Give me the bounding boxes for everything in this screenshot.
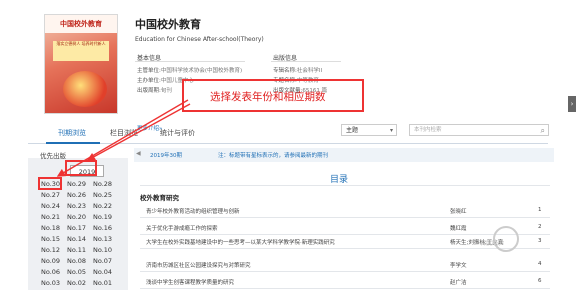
prev-arrow-icon[interactable]: ◀ — [136, 150, 141, 157]
row-divider — [140, 271, 550, 272]
article-title-link[interactable]: 青少年校外教育活动的组织管理与创新 — [146, 207, 240, 215]
article-page: 1 — [538, 207, 542, 213]
article-author: 魏红霞 — [450, 226, 467, 232]
row-divider — [140, 234, 550, 235]
article-title-link[interactable]: 关于优化手游成瘾工作的探索 — [146, 224, 218, 232]
row-divider — [140, 288, 550, 289]
toc-title: 目录 — [330, 175, 349, 185]
article-page: 3 — [538, 238, 542, 244]
scroll-right-icon[interactable]: › — [568, 96, 576, 112]
article-author: 张晓红 — [450, 209, 467, 215]
article-page: 6 — [538, 278, 542, 284]
article-author: 李学文 — [450, 263, 467, 269]
article-title-link[interactable]: 济南市历城区社区公园建设探究与对策研究 — [146, 261, 251, 269]
article-page: 2 — [538, 224, 542, 230]
divider — [140, 185, 550, 186]
note-text: 注：标题带有星标表示的，请参阅最新的期刊 — [218, 153, 329, 159]
row-divider — [140, 248, 550, 249]
watermark-text: 百度经验 — [480, 240, 505, 247]
arrow-to-issue — [56, 99, 189, 177]
article-page: 4 — [538, 261, 542, 267]
article-title-link[interactable]: 大学生在校外实践基地建设中的一些思考—以某大学科学教学院·新理实践研究 — [146, 238, 335, 246]
breadcrumb: 2019年30期 — [150, 153, 182, 159]
row-divider — [140, 217, 550, 218]
section-heading: 校外教育研究 — [140, 194, 179, 202]
article-author: 赵广洁 — [450, 280, 467, 286]
breadcrumb-bar — [134, 148, 554, 162]
article-title-link[interactable]: 浅谈中学生创客课程教学质量的研究 — [146, 278, 234, 286]
